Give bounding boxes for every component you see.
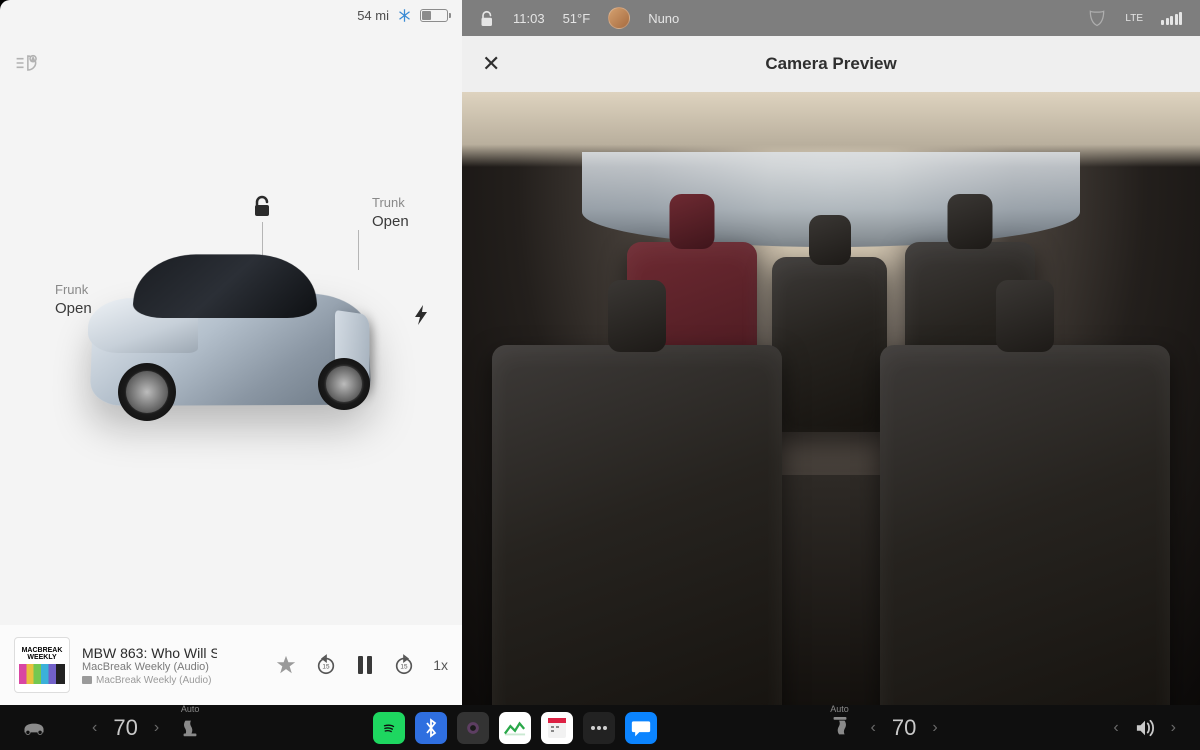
svg-text:15: 15: [401, 664, 409, 671]
bottom-dock: ‹ 70 › Auto Auto ‹ 70 › ‹ ›: [0, 705, 1200, 750]
temp-left-down[interactable]: ‹: [86, 719, 103, 737]
network-label: LTE: [1125, 13, 1143, 24]
vehicle-panel: 54 mi A Frunk Open Trunk Open: [0, 0, 462, 705]
right-status-bar: 11:03 51°F Nuno LTE: [462, 0, 1200, 36]
temp-right-value[interactable]: 70: [888, 715, 920, 741]
profile-avatar[interactable]: [608, 7, 630, 29]
volume-up[interactable]: ›: [1165, 719, 1182, 737]
battery-icon: [420, 9, 448, 22]
media-player-bar: MACBREAK WEEKLY MBW 863: Who Will S MacB…: [0, 625, 462, 705]
route-shield-icon[interactable]: [1087, 8, 1107, 28]
temp-right-up[interactable]: ›: [926, 719, 943, 737]
front-left-seat: [492, 345, 782, 705]
temp-left-value[interactable]: 70: [109, 715, 141, 741]
app-spotify[interactable]: [373, 712, 405, 744]
app-dashcam[interactable]: [457, 712, 489, 744]
close-button[interactable]: ✕: [482, 51, 500, 77]
media-title: MBW 863: Who Will S: [82, 645, 217, 661]
center-console: [771, 475, 891, 705]
rewind-15-button[interactable]: 15: [315, 654, 337, 676]
signal-icon: [1161, 12, 1182, 25]
range-value: 54 mi: [357, 8, 389, 23]
app-more[interactable]: [583, 712, 615, 744]
playback-speed-button[interactable]: 1x: [433, 657, 448, 673]
app-messages[interactable]: [625, 712, 657, 744]
profile-name[interactable]: Nuno: [648, 11, 679, 26]
app-bluetooth[interactable]: [415, 712, 447, 744]
car-render[interactable]: [50, 190, 430, 510]
camera-feed[interactable]: [462, 92, 1200, 705]
clock: 11:03: [513, 11, 545, 26]
forward-15-button[interactable]: 15: [393, 654, 415, 676]
seat-heat-left-button[interactable]: Auto: [171, 717, 209, 739]
media-info[interactable]: MBW 863: Who Will S MacBreak Weekly (Aud…: [82, 645, 217, 686]
front-right-seat: [880, 345, 1170, 705]
camera-preview-title: Camera Preview: [765, 54, 896, 74]
volume-down[interactable]: ‹: [1107, 719, 1124, 737]
app-energy[interactable]: [499, 712, 531, 744]
play-pause-button[interactable]: [355, 654, 375, 676]
svg-text:15: 15: [323, 664, 331, 671]
seat-heat-right-button[interactable]: Auto: [821, 717, 859, 739]
right-panel: 11:03 51°F Nuno LTE ✕ Camera Preview: [462, 0, 1200, 705]
unlock-icon[interactable]: [480, 10, 495, 27]
camera-preview-header: ✕ Camera Preview: [462, 36, 1200, 92]
album-art[interactable]: MACBREAK WEEKLY: [14, 637, 70, 693]
svg-text:A: A: [32, 57, 35, 62]
media-source: MacBreak Weekly (Audio): [82, 675, 217, 686]
headlights-button[interactable]: A: [14, 52, 40, 74]
outside-temp[interactable]: 51°F: [563, 11, 591, 26]
volume-button[interactable]: [1129, 712, 1161, 744]
temp-right-down[interactable]: ‹: [865, 719, 882, 737]
media-subtitle: MacBreak Weekly (Audio): [82, 661, 217, 673]
left-status-bar: 54 mi: [357, 8, 448, 23]
rear-center-seat: [772, 257, 887, 432]
app-toybox[interactable]: [541, 712, 573, 744]
favorite-button[interactable]: [275, 654, 297, 676]
app-tray: [373, 712, 657, 744]
temp-left-up[interactable]: ›: [148, 719, 165, 737]
car-controls-button[interactable]: [18, 712, 50, 744]
snowflake-icon: [397, 8, 412, 23]
